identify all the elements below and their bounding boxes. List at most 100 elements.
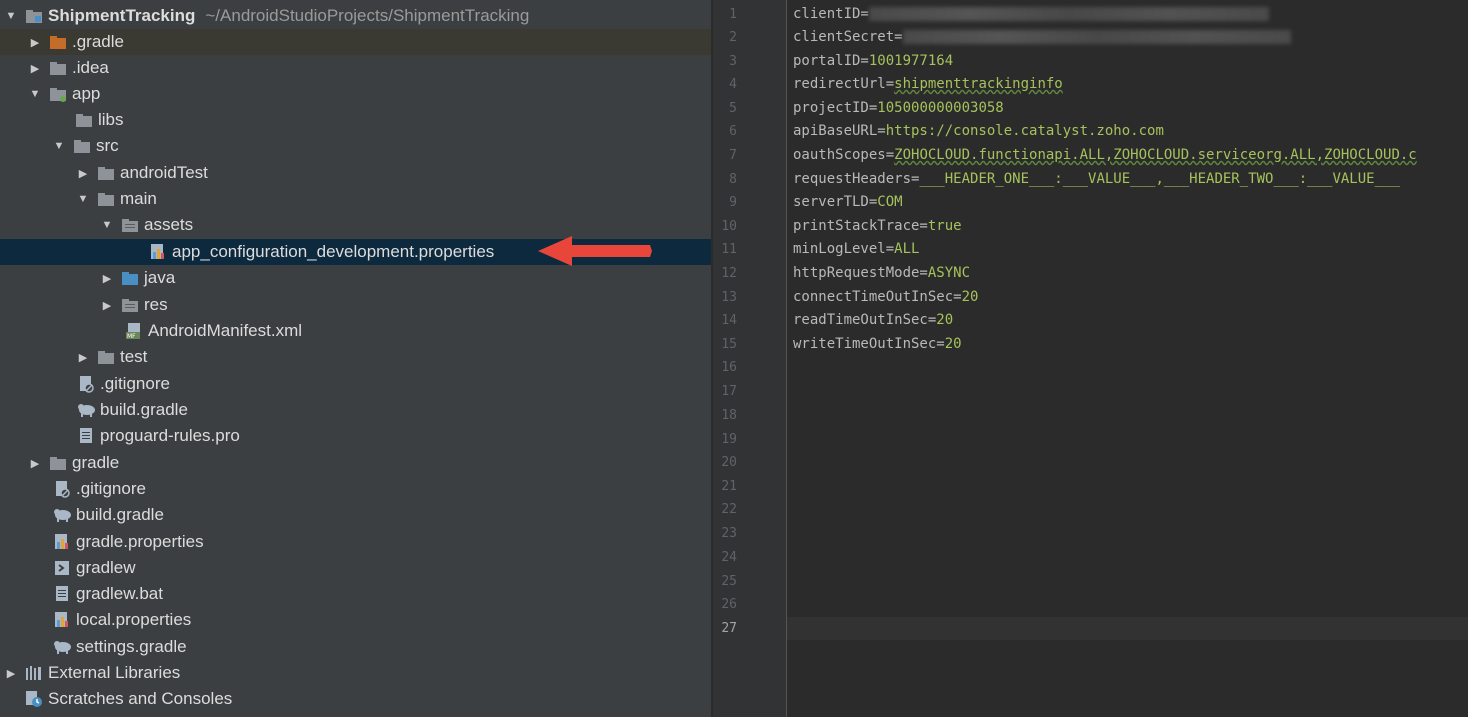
code-line[interactable]: clientSecret= bbox=[793, 26, 1291, 49]
tree-item-label: java bbox=[144, 268, 176, 287]
tree-item-root-build-gradle[interactable]: build.gradle bbox=[0, 502, 711, 528]
code-line[interactable]: connectTimeOutInSec=20 bbox=[793, 286, 978, 309]
resource-folder-icon bbox=[120, 216, 140, 234]
tree-item-app[interactable]: ▼ app bbox=[0, 81, 711, 107]
properties-file-icon bbox=[52, 533, 72, 551]
code-line[interactable]: requestHeaders=___HEADER_ONE___:___VALUE… bbox=[793, 168, 1400, 191]
tree-root-shipmenttracking[interactable]: ▼ ShipmentTracking ~/AndroidStudioProjec… bbox=[0, 3, 711, 29]
property-value: 20 bbox=[936, 312, 954, 328]
chevron-down-icon[interactable]: ▼ bbox=[28, 88, 42, 100]
property-value: COM bbox=[877, 194, 903, 210]
tree-item-gradlew-bat[interactable]: gradlew.bat bbox=[0, 581, 711, 607]
line-number: 20 bbox=[721, 455, 737, 470]
line-number: 23 bbox=[721, 526, 737, 541]
chevron-right-icon[interactable]: ▶ bbox=[76, 167, 90, 180]
tree-item-external-libraries[interactable]: ▶ External Libraries bbox=[0, 660, 711, 686]
tree-item-idea[interactable]: ▶ .idea bbox=[0, 55, 711, 81]
tree-item-androidtest[interactable]: ▶ androidTest bbox=[0, 160, 711, 186]
tree-item-androidmanifest[interactable]: MF AndroidManifest.xml bbox=[0, 318, 711, 344]
chevron-right-icon[interactable]: ▶ bbox=[76, 351, 90, 364]
code-line[interactable]: readTimeOutInSec=20 bbox=[793, 309, 953, 332]
tree-item-libs[interactable]: libs bbox=[0, 107, 711, 133]
tree-item-label: .gradle bbox=[72, 32, 124, 51]
tree-item-app-build-gradle[interactable]: build.gradle bbox=[0, 397, 711, 423]
chevron-right-icon[interactable]: ▶ bbox=[28, 457, 42, 470]
property-value: ASYNC bbox=[927, 265, 971, 281]
code-line[interactable]: redirectUrl=shipmenttrackinginfo bbox=[793, 73, 1063, 96]
tree-item-java[interactable]: ▶ java bbox=[0, 265, 711, 291]
tree-item-assets[interactable]: ▼ assets bbox=[0, 212, 711, 238]
tree-item-scratches[interactable]: Scratches and Consoles bbox=[0, 686, 711, 712]
folder-icon bbox=[96, 348, 116, 366]
tree-item-settings-gradle[interactable]: settings.gradle bbox=[0, 634, 711, 660]
project-folder-icon bbox=[24, 7, 44, 25]
tree-item-gradle-properties[interactable]: gradle.properties bbox=[0, 529, 711, 555]
tree-item-local-properties[interactable]: local.properties bbox=[0, 607, 711, 633]
code-line[interactable]: projectID=105000000003058 bbox=[793, 97, 1004, 120]
line-number: 19 bbox=[721, 432, 737, 447]
tree-item-label: .idea bbox=[72, 58, 109, 77]
current-line-highlight bbox=[787, 617, 1468, 640]
scratches-icon bbox=[24, 690, 44, 708]
chevron-down-icon[interactable]: ▼ bbox=[76, 193, 90, 205]
tree-item-root-gitignore[interactable]: .gitignore bbox=[0, 476, 711, 502]
chevron-down-icon[interactable]: ▼ bbox=[100, 219, 114, 231]
line-number: 24 bbox=[721, 550, 737, 565]
folder-icon bbox=[96, 164, 116, 182]
chevron-right-icon[interactable]: ▶ bbox=[28, 62, 42, 75]
line-number: 5 bbox=[729, 101, 737, 116]
code-line[interactable]: portalID=1001977164 bbox=[793, 50, 953, 73]
folder-icon bbox=[48, 454, 68, 472]
tree-item-gradle-folder[interactable]: ▶ gradle bbox=[0, 450, 711, 476]
property-value: true bbox=[927, 218, 962, 234]
property-value: 20 bbox=[944, 336, 962, 352]
tree-item-label: Scratches and Consoles bbox=[48, 689, 233, 708]
property-key: readTimeOutInSec= bbox=[793, 312, 937, 328]
code-line[interactable]: httpRequestMode=ASYNC bbox=[793, 262, 970, 285]
tree-item-label: build.gradle bbox=[76, 505, 164, 524]
code-line[interactable]: minLogLevel=ALL bbox=[793, 238, 919, 261]
code-line[interactable]: serverTLD=COM bbox=[793, 191, 903, 214]
chevron-right-icon[interactable]: ▶ bbox=[4, 667, 18, 680]
chevron-right-icon[interactable]: ▶ bbox=[100, 299, 114, 312]
project-name: ShipmentTracking bbox=[48, 6, 196, 25]
code-editor[interactable]: clientID= clientSecret= portalID=1001977… bbox=[787, 0, 1468, 717]
tree-item-label: .gitignore bbox=[100, 374, 170, 393]
code-line[interactable]: writeTimeOutInSec=20 bbox=[793, 333, 962, 356]
tree-item-label: AndroidManifest.xml bbox=[148, 321, 303, 340]
line-number: 6 bbox=[729, 124, 737, 139]
code-line[interactable]: clientID= bbox=[793, 3, 1269, 26]
property-key: serverTLD= bbox=[793, 194, 878, 210]
tree-item-src[interactable]: ▼ src bbox=[0, 133, 711, 159]
line-number: 3 bbox=[729, 54, 737, 69]
folder-icon bbox=[72, 137, 92, 155]
code-line[interactable]: oauthScopes=ZOHOCLOUD.functionapi.ALL,ZO… bbox=[793, 144, 1417, 167]
property-key: redirectUrl= bbox=[793, 76, 895, 92]
tree-item-res[interactable]: ▶ res bbox=[0, 292, 711, 318]
redacted-value bbox=[902, 30, 1291, 44]
code-line[interactable]: printStackTrace=true bbox=[793, 215, 962, 238]
tree-item-main[interactable]: ▼ main bbox=[0, 186, 711, 212]
tree-item-app-gitignore[interactable]: .gitignore bbox=[0, 371, 711, 397]
tree-item-label: assets bbox=[144, 215, 194, 234]
text-file-icon bbox=[52, 585, 72, 603]
chevron-down-icon[interactable]: ▼ bbox=[52, 140, 66, 152]
chevron-down-icon[interactable]: ▼ bbox=[4, 10, 18, 22]
tree-item-gradlew[interactable]: gradlew bbox=[0, 555, 711, 581]
line-number: 7 bbox=[729, 148, 737, 163]
line-number: 26 bbox=[721, 597, 737, 612]
tree-item-label: gradle.properties bbox=[76, 532, 204, 551]
gitignore-file-icon bbox=[76, 375, 96, 393]
project-tree-panel: ▼ ShipmentTracking ~/AndroidStudioProjec… bbox=[0, 0, 711, 717]
line-number: 11 bbox=[721, 242, 737, 257]
property-key: clientID= bbox=[793, 6, 869, 22]
chevron-right-icon[interactable]: ▶ bbox=[28, 36, 42, 49]
tree-item-label: gradlew bbox=[76, 558, 136, 577]
source-folder-icon bbox=[120, 269, 140, 287]
tree-item-proguard-rules[interactable]: proguard-rules.pro bbox=[0, 423, 711, 449]
line-number-gutter: 1 2 3 4 5 6 7 8 9 10 11 12 13 14 15 16 1… bbox=[713, 0, 787, 717]
code-line[interactable]: apiBaseURL=https://console.catalyst.zoho… bbox=[793, 120, 1164, 143]
tree-item-gradle-dir[interactable]: ▶ .gradle bbox=[0, 29, 711, 55]
tree-item-test[interactable]: ▶ test bbox=[0, 344, 711, 370]
chevron-right-icon[interactable]: ▶ bbox=[100, 272, 114, 285]
